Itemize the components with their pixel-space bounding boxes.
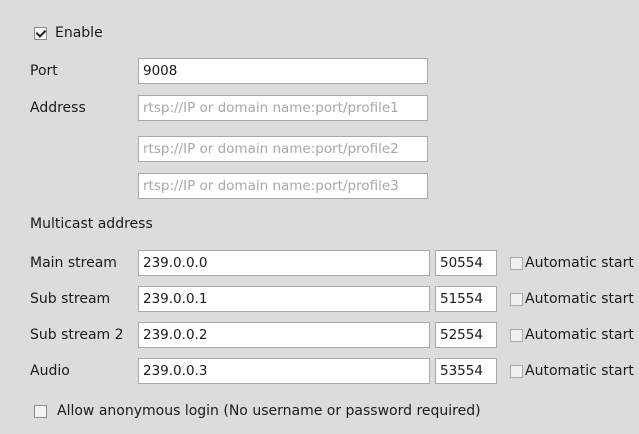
sub-stream-2-automatic-checkbox[interactable]	[510, 328, 523, 342]
enable-checkbox[interactable]	[34, 27, 47, 40]
sub-stream-port-input[interactable]	[435, 286, 497, 312]
sub-stream-automatic-checkbox[interactable]	[510, 292, 523, 306]
sub-stream-address-input[interactable]	[138, 286, 430, 312]
audio-address-input[interactable]	[138, 358, 430, 384]
sub-stream-label: Sub stream	[30, 291, 111, 307]
main-stream-automatic-start[interactable]: Automatic start	[510, 254, 634, 272]
address-label: Address	[30, 100, 86, 116]
sub-stream-2-automatic-label: Automatic start	[525, 327, 634, 343]
sub-stream-2-address-input[interactable]	[138, 322, 430, 348]
port-label: Port	[30, 63, 58, 79]
audio-automatic-label: Automatic start	[525, 363, 634, 379]
port-input[interactable]	[138, 58, 428, 84]
main-stream-automatic-checkbox[interactable]	[510, 256, 523, 270]
audio-automatic-checkbox[interactable]	[510, 364, 523, 378]
enable-label: Enable	[55, 25, 103, 41]
sub-stream-automatic-start[interactable]: Automatic start	[510, 290, 634, 308]
main-stream-automatic-label: Automatic start	[525, 255, 634, 271]
audio-label: Audio	[30, 363, 70, 379]
sub-stream-2-automatic-start[interactable]: Automatic start	[510, 326, 634, 344]
main-stream-address-input[interactable]	[138, 250, 430, 276]
sub-stream-automatic-label: Automatic start	[525, 291, 634, 307]
audio-automatic-start[interactable]: Automatic start	[510, 362, 634, 380]
address-input-2[interactable]	[138, 136, 428, 162]
sub-stream-2-label: Sub stream 2	[30, 327, 124, 343]
multicast-heading: Multicast address	[30, 216, 153, 232]
main-stream-port-input[interactable]	[435, 250, 497, 276]
main-stream-label: Main stream	[30, 255, 117, 271]
audio-port-input[interactable]	[435, 358, 497, 384]
anonymous-login-checkbox[interactable]	[34, 405, 47, 418]
address-input-1[interactable]	[138, 95, 428, 121]
sub-stream-2-port-input[interactable]	[435, 322, 497, 348]
anonymous-login-label: Allow anonymous login (No username or pa…	[57, 403, 481, 419]
address-input-3[interactable]	[138, 173, 428, 199]
